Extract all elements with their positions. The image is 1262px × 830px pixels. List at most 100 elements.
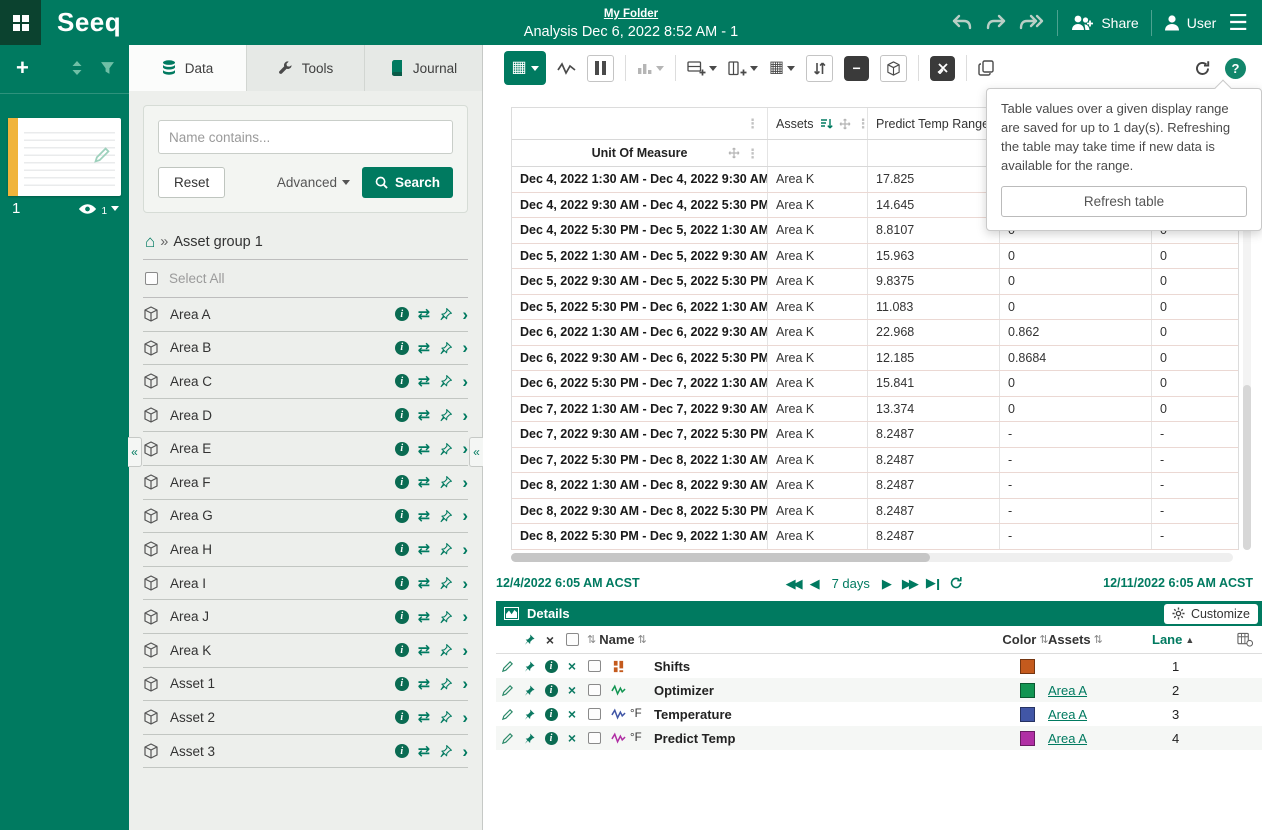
swap-asset-icon[interactable]: ⇄ xyxy=(418,675,431,693)
drill-in-chevron-icon[interactable]: › xyxy=(462,743,468,760)
app-grid-icon[interactable] xyxy=(0,0,41,45)
reorder-worksheets-icon[interactable] xyxy=(70,60,84,76)
redo-icon[interactable] xyxy=(985,14,1007,31)
pin-icon[interactable] xyxy=(439,374,453,388)
info-icon[interactable]: i xyxy=(395,408,409,422)
capsule-range-cell[interactable]: Dec 5, 2022 5:30 PM - Dec 6, 2022 1:30 A… xyxy=(512,295,768,320)
duration-label[interactable]: 7 days xyxy=(830,576,872,591)
asset-name[interactable]: Asset 1 xyxy=(170,676,215,691)
edit-item-icon[interactable] xyxy=(496,660,518,673)
asset-list-item[interactable]: Area A i ⇄ › xyxy=(143,298,468,332)
swap-asset-icon[interactable]: ⇄ xyxy=(418,406,431,424)
info-icon[interactable]: i xyxy=(395,509,409,523)
worksheet-options-caret[interactable] xyxy=(111,206,119,211)
analysis-title[interactable]: Analysis Dec 6, 2022 8:52 AM - 1 xyxy=(524,22,738,42)
drill-in-chevron-icon[interactable]: › xyxy=(462,474,468,491)
pin-icon[interactable] xyxy=(439,576,453,590)
drill-in-chevron-icon[interactable]: › xyxy=(462,675,468,692)
item-name[interactable]: Optimizer xyxy=(654,683,1006,698)
table-options-button[interactable]: ▦ xyxy=(769,60,795,76)
add-details-column-icon[interactable] xyxy=(1228,632,1262,647)
capsule-range-cell[interactable]: Dec 8, 2022 9:30 AM - Dec 8, 2022 5:30 P… xyxy=(512,499,768,524)
my-folder-link[interactable]: My Folder xyxy=(604,6,658,22)
asset-list-item[interactable]: Area J i ⇄ › xyxy=(143,600,468,634)
swap-asset-icon[interactable]: ⇄ xyxy=(418,339,431,357)
asset-cell[interactable]: Area K xyxy=(768,499,868,524)
asset-link[interactable]: Area A xyxy=(1048,731,1087,746)
item-info-icon[interactable]: i xyxy=(540,708,562,721)
asset-name[interactable]: Area H xyxy=(170,542,212,557)
asset-cell[interactable]: Area K xyxy=(768,193,868,218)
copy-table-button[interactable] xyxy=(978,60,994,76)
pin-icon[interactable] xyxy=(439,744,453,758)
asset-group-view-button[interactable] xyxy=(880,55,907,82)
asset-name[interactable]: Area F xyxy=(170,475,211,490)
pin-icon[interactable] xyxy=(439,542,453,556)
asset-cell[interactable]: Area K xyxy=(768,397,868,422)
asset-list-item[interactable]: Area G i ⇄ › xyxy=(143,500,468,534)
capsule-range-cell[interactable]: Dec 8, 2022 1:30 AM - Dec 8, 2022 9:30 A… xyxy=(512,473,768,498)
remove-item-icon[interactable]: × xyxy=(562,683,582,697)
sort-desc-icon[interactable] xyxy=(820,118,833,130)
pin-item-icon[interactable] xyxy=(518,732,540,745)
step-to-now-button[interactable]: ▶ xyxy=(926,576,940,589)
pin-item-icon[interactable] xyxy=(518,660,540,673)
color-swatch[interactable] xyxy=(1020,659,1035,674)
swap-asset-icon[interactable]: ⇄ xyxy=(418,507,431,525)
capsule-range-cell[interactable]: Dec 6, 2022 5:30 PM - Dec 7, 2022 1:30 A… xyxy=(512,371,768,396)
pin-icon[interactable] xyxy=(439,677,453,691)
table-view-button[interactable]: ▦ xyxy=(504,51,546,85)
item-checkbox[interactable] xyxy=(582,708,606,720)
asset-cell[interactable]: Area K xyxy=(768,295,868,320)
swap-asset-icon[interactable]: ⇄ xyxy=(418,742,431,760)
info-icon[interactable]: i xyxy=(395,576,409,590)
capsule-range-cell[interactable]: Dec 7, 2022 1:30 AM - Dec 7, 2022 9:30 A… xyxy=(512,397,768,422)
search-input[interactable] xyxy=(158,120,453,154)
item-checkbox[interactable] xyxy=(582,684,606,696)
item-checkbox[interactable] xyxy=(582,732,606,744)
pin-item-icon[interactable] xyxy=(518,708,540,721)
drill-in-chevron-icon[interactable]: › xyxy=(462,541,468,558)
asset-cell[interactable]: Area K xyxy=(768,346,868,371)
collapse-panel-right-handle[interactable]: « xyxy=(469,437,483,467)
trend-view-icon[interactable] xyxy=(557,61,576,76)
info-icon[interactable]: i xyxy=(395,643,409,657)
asset-name[interactable]: Area B xyxy=(170,340,211,355)
seeq-logo[interactable]: Seeq xyxy=(57,7,121,38)
asset-name[interactable]: Area C xyxy=(170,374,212,389)
swap-asset-icon[interactable]: ⇄ xyxy=(418,372,431,390)
refresh-table-button[interactable]: Refresh table xyxy=(1001,186,1247,217)
sort-rows-button[interactable] xyxy=(806,55,833,82)
pin-icon[interactable] xyxy=(439,341,453,355)
home-icon[interactable]: ⌂ xyxy=(145,233,155,250)
remove-item-icon[interactable]: × xyxy=(562,707,582,721)
lane-column-header[interactable]: Lane▲ xyxy=(1144,632,1228,647)
asset-cell[interactable]: Area K xyxy=(768,422,868,447)
move-column-icon[interactable] xyxy=(839,118,851,130)
breadcrumb-asset-group[interactable]: Asset group 1 xyxy=(173,234,262,250)
vertical-scrollbar-thumb[interactable] xyxy=(1243,385,1251,550)
asset-link[interactable]: Area A xyxy=(1048,683,1087,698)
drill-in-chevron-icon[interactable]: › xyxy=(462,709,468,726)
color-column-header[interactable]: Color⇅ xyxy=(1006,632,1048,647)
asset-link[interactable]: Area A xyxy=(1048,707,1087,722)
worksheet-thumbnail[interactable] xyxy=(8,118,121,196)
pin-icon[interactable] xyxy=(439,408,453,422)
asset-cell[interactable]: Area K xyxy=(768,473,868,498)
drill-in-chevron-icon[interactable]: › xyxy=(462,306,468,323)
drill-in-chevron-icon[interactable]: › xyxy=(462,440,468,457)
drill-in-chevron-icon[interactable]: › xyxy=(462,407,468,424)
collapse-panel-left-handle[interactable]: « xyxy=(128,437,142,467)
column-menu-kebab-icon[interactable]: ⋮ xyxy=(746,117,759,130)
info-icon[interactable]: i xyxy=(395,744,409,758)
tab-tools[interactable]: Tools xyxy=(247,45,365,91)
asset-name[interactable]: Asset 3 xyxy=(170,744,215,759)
asset-name[interactable]: Area K xyxy=(170,643,211,658)
asset-cell[interactable]: Area K xyxy=(768,218,868,243)
swap-asset-icon[interactable]: ⇄ xyxy=(418,574,431,592)
asset-cell[interactable]: Area K xyxy=(768,269,868,294)
rename-worksheet-icon[interactable] xyxy=(93,146,111,164)
asset-name[interactable]: Area G xyxy=(170,508,213,523)
step-forward-button[interactable]: ▶ xyxy=(882,577,892,590)
name-column-header[interactable]: Name xyxy=(599,632,634,647)
